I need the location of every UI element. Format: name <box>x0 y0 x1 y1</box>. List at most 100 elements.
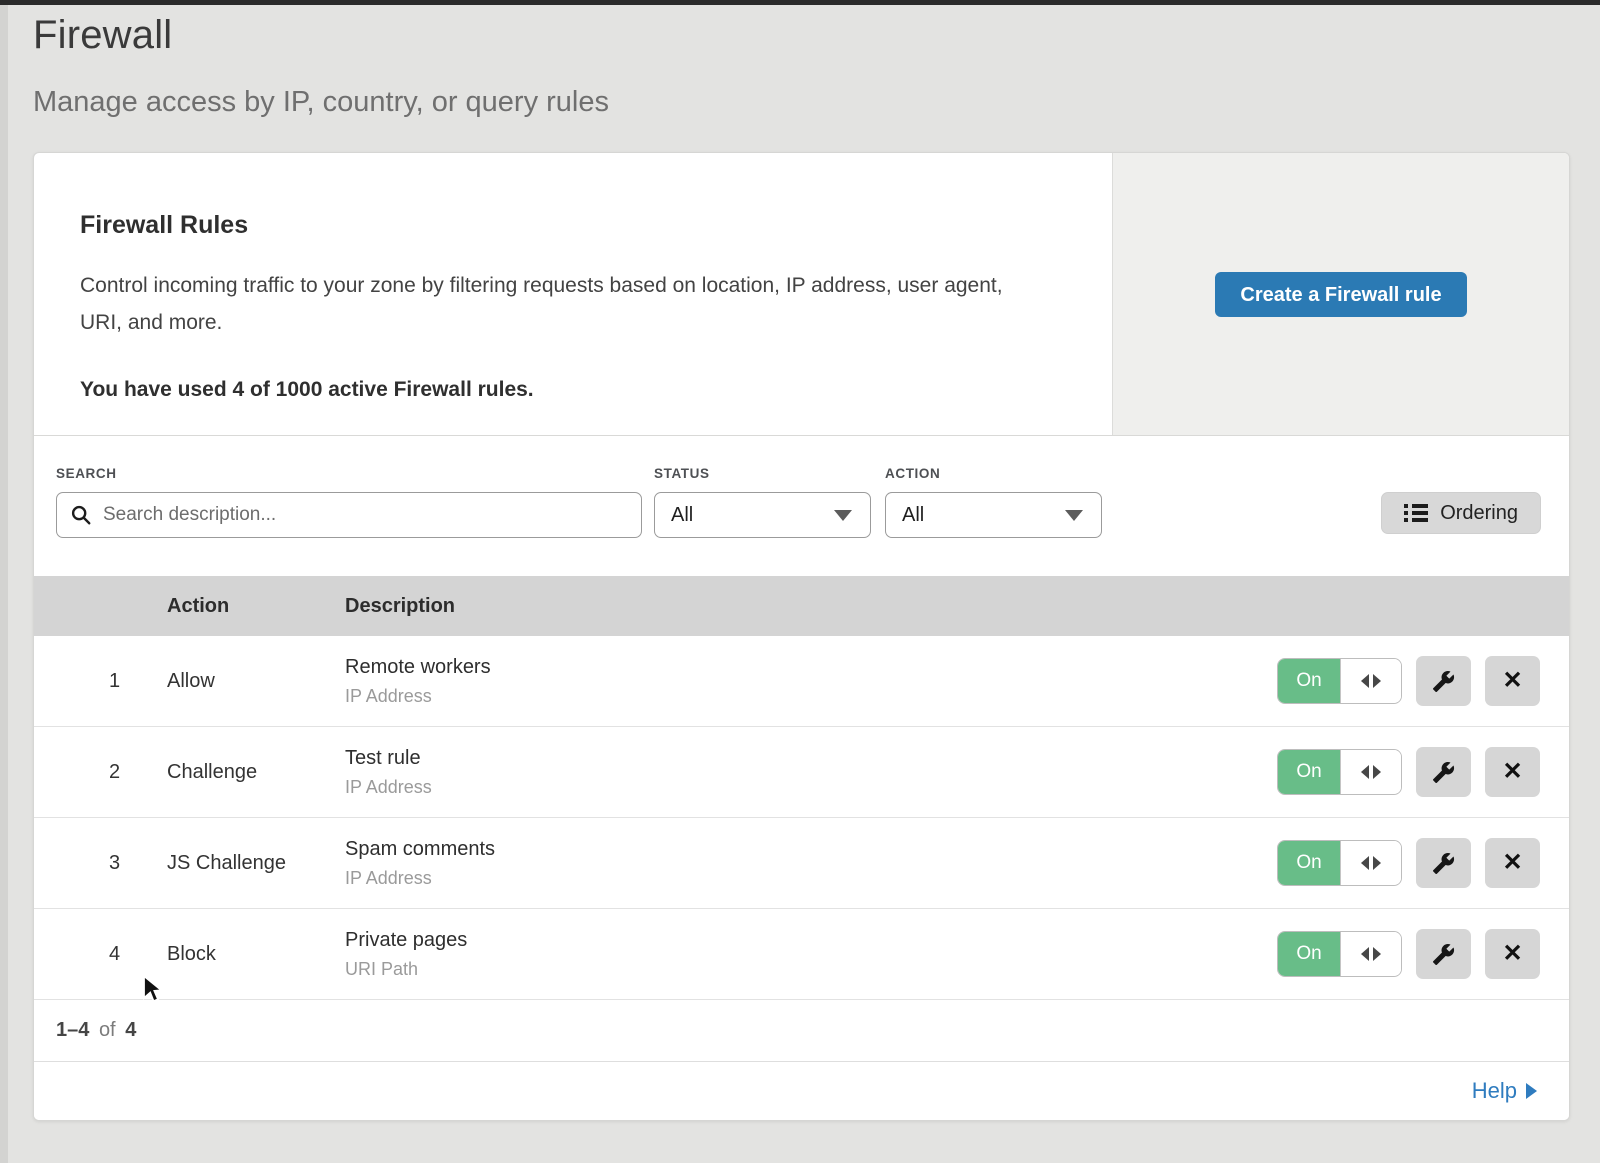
rule-type: IP Address <box>345 686 1249 707</box>
list-icon <box>1404 504 1428 522</box>
help-link[interactable]: Help <box>1472 1078 1537 1104</box>
arrow-right-icon <box>1526 1083 1537 1099</box>
rule-type: IP Address <box>345 777 1249 798</box>
toggle-on-label: On <box>1278 932 1340 976</box>
table-row: 1 Allow Remote workers IP Address On ✕ <box>34 636 1569 727</box>
rule-enabled-toggle[interactable]: On <box>1277 749 1402 795</box>
status-label: STATUS <box>654 466 871 481</box>
close-icon: ✕ <box>1502 851 1522 875</box>
toggle-on-label: On <box>1278 750 1340 794</box>
rule-action: Allow <box>167 670 345 693</box>
rule-action: Block <box>167 943 345 966</box>
rule-description: Spam comments IP Address <box>345 838 1249 889</box>
arrow-left-icon <box>1361 947 1369 961</box>
wrench-icon <box>1432 852 1455 875</box>
ordering-button-label: Ordering <box>1440 502 1518 525</box>
pagination-total: 4 <box>125 1019 136 1041</box>
rule-enabled-toggle[interactable]: On <box>1277 931 1402 977</box>
table-row: 4 Block Private pages URI Path On ✕ <box>34 909 1569 1000</box>
arrow-right-icon <box>1373 947 1381 961</box>
pagination-range: 1–4 <box>56 1019 89 1041</box>
firewall-rules-card: Firewall Rules Control incoming traffic … <box>33 152 1570 1121</box>
card-heading: Firewall Rules <box>80 211 1042 240</box>
rule-controls: On ✕ <box>1249 929 1569 979</box>
wrench-icon <box>1432 670 1455 693</box>
help-link-label: Help <box>1472 1078 1517 1104</box>
search-input[interactable] <box>56 492 642 538</box>
arrow-right-icon <box>1373 856 1381 870</box>
toggle-handle <box>1340 841 1401 885</box>
filters-bar: SEARCH STATUS All ACTION <box>34 436 1569 576</box>
rule-description: Remote workers IP Address <box>345 656 1249 707</box>
table-header: Action Description <box>34 576 1569 636</box>
rule-description: Test rule IP Address <box>345 747 1249 798</box>
toggle-handle <box>1340 659 1401 703</box>
edit-rule-button[interactable] <box>1416 747 1471 797</box>
toggle-handle <box>1340 932 1401 976</box>
rule-controls: On ✕ <box>1249 656 1569 706</box>
column-header-action: Action <box>167 595 345 618</box>
close-icon: ✕ <box>1502 942 1522 966</box>
card-description: Control incoming traffic to your zone by… <box>80 268 1030 342</box>
rule-controls: On ✕ <box>1249 747 1569 797</box>
card-top-section: Firewall Rules Control incoming traffic … <box>34 153 1569 436</box>
rule-type: URI Path <box>345 959 1249 980</box>
edit-rule-button[interactable] <box>1416 838 1471 888</box>
rule-enabled-toggle[interactable]: On <box>1277 840 1402 886</box>
ordering-button[interactable]: Ordering <box>1381 492 1541 534</box>
table-footer: 1–4 of 4 <box>34 1000 1569 1062</box>
rule-priority: 1 <box>34 670 167 693</box>
rule-action: JS Challenge <box>167 852 345 875</box>
arrow-left-icon <box>1361 856 1369 870</box>
rule-priority: 2 <box>34 761 167 784</box>
help-row: Help <box>34 1062 1569 1120</box>
status-dropdown[interactable]: All <box>654 492 871 538</box>
toggle-on-label: On <box>1278 841 1340 885</box>
wrench-icon <box>1432 761 1455 784</box>
create-rule-panel: Create a Firewall rule <box>1112 153 1569 435</box>
search-box <box>56 492 642 538</box>
action-dropdown-value: All <box>902 504 924 527</box>
rule-controls: On ✕ <box>1249 838 1569 888</box>
rules-usage-text: You have used 4 of 1000 active Firewall … <box>80 378 1042 402</box>
firewall-page: Firewall Manage access by IP, country, o… <box>8 5 1600 1163</box>
pagination-summary: 1–4 of 4 <box>56 1019 136 1042</box>
table-row: 3 JS Challenge Spam comments IP Address … <box>34 818 1569 909</box>
arrow-left-icon <box>1361 674 1369 688</box>
rule-description: Private pages URI Path <box>345 929 1249 980</box>
delete-rule-button[interactable]: ✕ <box>1485 929 1540 979</box>
arrow-right-icon <box>1373 674 1381 688</box>
window-left-edge <box>0 5 8 1163</box>
status-filter-group: STATUS All <box>654 466 871 576</box>
arrow-left-icon <box>1361 765 1369 779</box>
search-icon <box>70 504 92 526</box>
search-label: SEARCH <box>56 466 642 481</box>
edit-rule-button[interactable] <box>1416 656 1471 706</box>
rule-title: Private pages <box>345 929 1249 952</box>
edit-rule-button[interactable] <box>1416 929 1471 979</box>
column-header-description: Description <box>345 595 1249 618</box>
action-filter-group: ACTION All <box>885 466 1102 576</box>
action-dropdown[interactable]: All <box>885 492 1102 538</box>
toggle-handle <box>1340 750 1401 794</box>
status-dropdown-value: All <box>671 504 693 527</box>
rule-title: Remote workers <box>345 656 1249 679</box>
card-intro: Firewall Rules Control incoming traffic … <box>34 153 1112 435</box>
page-subtitle: Manage access by IP, country, or query r… <box>33 86 1570 119</box>
rule-enabled-toggle[interactable]: On <box>1277 658 1402 704</box>
search-filter-group: SEARCH <box>56 466 642 576</box>
create-firewall-rule-button[interactable]: Create a Firewall rule <box>1215 272 1466 317</box>
delete-rule-button[interactable]: ✕ <box>1485 747 1540 797</box>
close-icon: ✕ <box>1502 760 1522 784</box>
rule-action: Challenge <box>167 761 345 784</box>
delete-rule-button[interactable]: ✕ <box>1485 838 1540 888</box>
toggle-on-label: On <box>1278 659 1340 703</box>
rule-priority: 3 <box>34 852 167 875</box>
delete-rule-button[interactable]: ✕ <box>1485 656 1540 706</box>
page-title: Firewall <box>33 13 1570 58</box>
action-label: ACTION <box>885 466 1102 481</box>
rule-title: Test rule <box>345 747 1249 770</box>
table-row: 2 Challenge Test rule IP Address On ✕ <box>34 727 1569 818</box>
pagination-of: of <box>99 1019 116 1041</box>
wrench-icon <box>1432 943 1455 966</box>
